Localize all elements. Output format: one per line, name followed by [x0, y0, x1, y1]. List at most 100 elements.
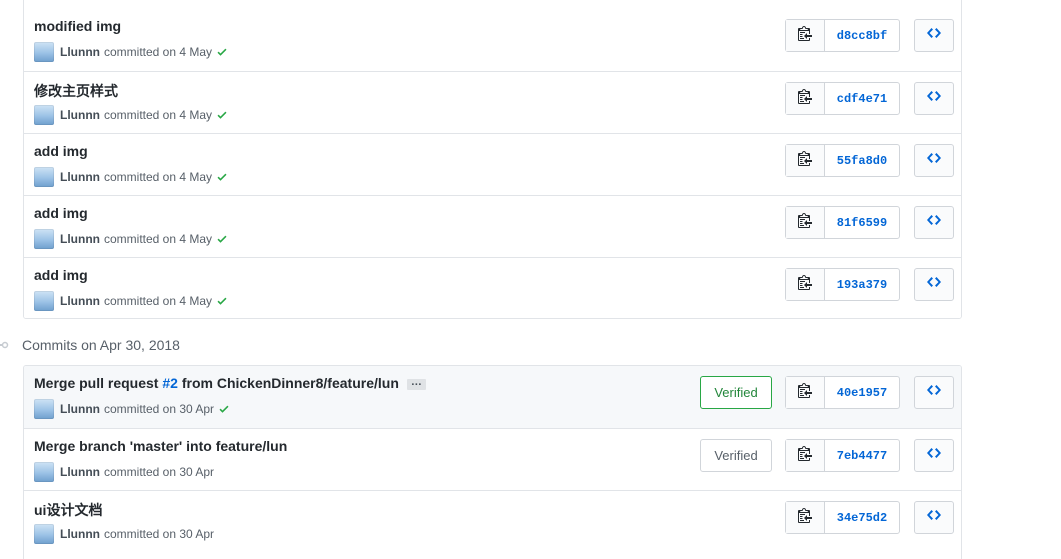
clippy-icon: [798, 150, 812, 171]
commit-meta: Llunnn committed on 30 Apr: [34, 462, 214, 482]
expand-message-button[interactable]: …: [406, 376, 426, 390]
commit-group-apr-30: Merge pull request #2 from ChickenDinner…: [23, 365, 962, 559]
code-icon: [927, 507, 941, 528]
commit-meta: Llunnn committed on 4 May: [34, 42, 228, 62]
commit-title-link[interactable]: Merge branch 'master' into feature/lun: [34, 438, 287, 454]
avatar[interactable]: [34, 105, 54, 125]
sha-button-group: 34e75d2: [785, 501, 900, 534]
commit-sha-link[interactable]: 34e75d2: [825, 502, 899, 533]
check-icon[interactable]: [216, 233, 228, 245]
commit-title: Merge pull request #2 from ChickenDinner…: [34, 375, 426, 391]
commit-meta: Llunnn committed on 4 May: [34, 229, 228, 249]
commit-title-link[interactable]: Merge pull request: [34, 375, 162, 391]
copy-sha-button[interactable]: [786, 145, 825, 176]
check-icon[interactable]: [216, 171, 228, 183]
copy-sha-button[interactable]: [786, 20, 825, 51]
commit-sha-link[interactable]: cdf4e71: [825, 83, 899, 114]
commit-date: committed on 30 Apr: [103, 465, 215, 479]
code-icon: [927, 445, 941, 466]
commit-sha-link[interactable]: 7eb4477: [825, 440, 899, 471]
browse-files-button[interactable]: [914, 82, 954, 115]
copy-sha-button[interactable]: [786, 83, 825, 114]
commit-sha-link[interactable]: 55fa8d0: [825, 145, 899, 176]
avatar[interactable]: [34, 399, 54, 419]
clippy-icon: [798, 382, 812, 403]
commit-date: committed on 30 Apr: [103, 527, 215, 541]
commit-title-link[interactable]: modified img: [34, 18, 121, 34]
clippy-icon: [798, 507, 812, 528]
commit-row: 修改主页样式 Llunnn committed on 4 May cdf4e71: [24, 71, 961, 133]
commit-row: ui设计文档 Llunnn committed on 30 Apr 34e75d…: [24, 490, 961, 552]
check-icon[interactable]: [216, 109, 228, 121]
sha-button-group: cdf4e71: [785, 82, 900, 115]
commit-row: add img Llunnn committed on 4 May 193a37…: [24, 257, 961, 318]
date-header-label: Commits on Apr 30, 2018: [22, 337, 180, 353]
sha-button-group: d8cc8bf: [785, 19, 900, 52]
commit-title-link[interactable]: add img: [34, 267, 88, 283]
commit-meta: Llunnn committed on 30 Apr: [34, 524, 214, 544]
clippy-icon: [798, 445, 812, 466]
commit-row: add img Llunnn committed on 4 May 55fa8d…: [24, 133, 961, 195]
commit-sha-link[interactable]: d8cc8bf: [825, 20, 899, 51]
commit-date: committed on 4 May: [103, 170, 213, 184]
copy-sha-button[interactable]: [786, 269, 825, 300]
commit-date: committed on 4 May: [103, 232, 213, 246]
copy-sha-button[interactable]: [786, 440, 825, 471]
check-icon[interactable]: [216, 295, 228, 307]
commit-title-link[interactable]: 修改主页样式: [34, 81, 118, 101]
commit-title-link[interactable]: add img: [34, 205, 88, 221]
commit-title-link[interactable]: ui设计文档: [34, 500, 102, 520]
copy-sha-button[interactable]: [786, 207, 825, 238]
commit-meta: Llunnn committed on 4 May: [34, 167, 228, 187]
sha-button-group: 81f6599: [785, 206, 900, 239]
author-link[interactable]: Llunnn: [60, 527, 100, 541]
code-icon: [927, 382, 941, 403]
code-icon: [927, 274, 941, 295]
commit-date: committed on 4 May: [103, 45, 213, 59]
clippy-icon: [798, 88, 812, 109]
code-icon: [927, 88, 941, 109]
commit-meta: Llunnn committed on 4 May: [34, 105, 228, 125]
sha-button-group: 7eb4477: [785, 439, 900, 472]
browse-files-button[interactable]: [914, 439, 954, 472]
copy-sha-button[interactable]: [786, 502, 825, 533]
commit-row: Merge branch 'master' into feature/lun L…: [24, 428, 961, 490]
author-link[interactable]: Llunnn: [60, 402, 100, 416]
commit-title-link-suffix[interactable]: from ChickenDinner8/feature/lun: [178, 375, 399, 391]
avatar[interactable]: [34, 42, 54, 62]
commit-group-may: modified img Llunnn committed on 4 May d…: [23, 0, 962, 319]
avatar[interactable]: [34, 167, 54, 187]
verified-badge[interactable]: Verified: [700, 376, 772, 409]
browse-files-button[interactable]: [914, 206, 954, 239]
verified-badge[interactable]: Verified: [700, 439, 772, 472]
commit-meta: Llunnn committed on 4 May: [34, 291, 228, 311]
browse-files-button[interactable]: [914, 501, 954, 534]
commit-sha-link[interactable]: 193a379: [825, 269, 899, 300]
commit-title-link[interactable]: add img: [34, 143, 88, 159]
pull-request-link[interactable]: #2: [162, 375, 178, 391]
check-icon[interactable]: [218, 403, 230, 415]
code-icon: [927, 25, 941, 46]
browse-files-button[interactable]: [914, 144, 954, 177]
copy-sha-button[interactable]: [786, 377, 825, 408]
author-link[interactable]: Llunnn: [60, 465, 100, 479]
browse-files-button[interactable]: [914, 268, 954, 301]
browse-files-button[interactable]: [914, 19, 954, 52]
commit-date: committed on 30 Apr: [103, 402, 215, 416]
avatar[interactable]: [34, 229, 54, 249]
commit-sha-link[interactable]: 81f6599: [825, 207, 899, 238]
check-icon[interactable]: [216, 46, 228, 58]
avatar[interactable]: [34, 524, 54, 544]
clippy-icon: [798, 25, 812, 46]
author-link[interactable]: Llunnn: [60, 45, 100, 59]
avatar[interactable]: [34, 291, 54, 311]
avatar[interactable]: [34, 462, 54, 482]
author-link[interactable]: Llunnn: [60, 108, 100, 122]
commit-sha-link[interactable]: 40e1957: [825, 377, 899, 408]
browse-files-button[interactable]: [914, 376, 954, 409]
code-icon: [927, 212, 941, 233]
author-link[interactable]: Llunnn: [60, 170, 100, 184]
commit-date: committed on 4 May: [103, 294, 213, 308]
author-link[interactable]: Llunnn: [60, 294, 100, 308]
author-link[interactable]: Llunnn: [60, 232, 100, 246]
